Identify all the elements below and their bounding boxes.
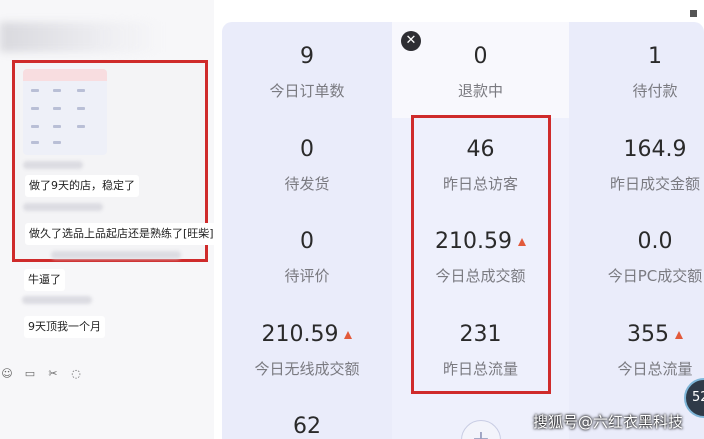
stat-value: 62 — [293, 414, 321, 439]
thumbnail-mark — [77, 125, 85, 128]
close-icon[interactable]: ✕ — [401, 31, 421, 51]
stat-label: 待评价 — [284, 267, 330, 285]
stat-value: 355 — [627, 322, 669, 347]
stat-label: 今日无线成交额 — [254, 360, 360, 378]
stat-pending-review[interactable]: 0 待评价 — [222, 229, 392, 285]
stat-value-row: 210.59 — [222, 322, 392, 348]
stat-today-pc-gmv[interactable]: 0.0 今日PC成交额 — [585, 229, 704, 285]
watermark: 搜狐号@六红衣黑科技 — [533, 413, 684, 431]
trend-up-icon — [675, 331, 683, 339]
stat-label: 待付款 — [632, 82, 678, 100]
chat-message: 做了9天的店，稳定了 — [25, 175, 139, 197]
thumbnail-mark — [31, 89, 39, 92]
chat-toolbar: ☺ ▭ ✂ ◌ — [0, 366, 83, 382]
stat-value: 210.59 — [261, 322, 339, 347]
stat-pending-shipment[interactable]: 0 待发货 — [222, 137, 392, 193]
stat-value: 0 — [473, 44, 488, 69]
corner-mark — [690, 10, 697, 17]
stat-value-row: 355 — [585, 322, 704, 348]
chat-message: 做久了选品上品起店还是熟练了[旺柴] — [25, 223, 218, 245]
stat-label: 退款中 — [457, 82, 503, 100]
chat-bubble-icon[interactable]: ◌ — [69, 368, 83, 380]
stat-extra[interactable]: 62 — [222, 414, 392, 439]
stat-today-orders[interactable]: 9 今日订单数 — [222, 44, 392, 100]
stat-label: 今日PC成交额 — [607, 267, 703, 285]
stat-value: 0 — [300, 137, 314, 162]
thumbnail-mark — [53, 107, 61, 110]
chat-message: 牛逼了 — [24, 269, 65, 291]
trend-up-icon — [344, 331, 353, 339]
stat-label: 今日总流量 — [617, 360, 693, 378]
thumbnail-mark — [31, 107, 39, 110]
chat-screenshot-highlight: 做了9天的店，稳定了 做久了选品上品起店还是熟练了[旺柴] — [12, 60, 218, 262]
blurred-text — [22, 296, 92, 304]
blurred-text — [51, 251, 181, 259]
scissors-icon[interactable]: ✂ — [46, 368, 60, 380]
thumbnail-mark — [53, 141, 61, 144]
highlight-box — [411, 115, 551, 394]
stat-label: 昨日成交金额 — [609, 175, 700, 193]
stat-value: 1 — [648, 44, 662, 69]
blurred-contact-name — [0, 22, 160, 52]
stat-value: 9 — [300, 44, 314, 69]
stat-today-traffic[interactable]: 355 今日总流量 — [585, 322, 704, 378]
stat-refunding[interactable]: 0 退款中 — [392, 44, 569, 100]
thumbnail-mark — [77, 89, 85, 92]
folder-icon[interactable]: ▭ — [23, 368, 37, 380]
screenshot-thumbnail[interactable] — [23, 69, 107, 155]
stat-yesterday-gmv[interactable]: 164.9 昨日成交金额 — [585, 137, 704, 193]
stat-value: 164.9 — [623, 137, 687, 162]
thumbnail-mark — [53, 125, 61, 128]
emoji-icon[interactable]: ☺ — [0, 368, 14, 380]
thumbnail-header — [23, 69, 107, 81]
stat-label: 今日订单数 — [269, 82, 345, 100]
blurred-text — [23, 161, 83, 169]
stat-label: 待发货 — [284, 175, 330, 193]
stat-pending-payment[interactable]: 1 待付款 — [585, 44, 704, 100]
blurred-text — [23, 203, 103, 211]
thumbnail-mark — [77, 107, 85, 110]
thumbnail-mark — [31, 141, 39, 144]
stat-today-wireless-gmv[interactable]: 210.59 今日无线成交额 — [222, 322, 392, 378]
thumbnail-mark — [53, 89, 61, 92]
stat-value: 0 — [300, 229, 314, 254]
stat-value: 0.0 — [637, 229, 673, 254]
chat-panel: 做了9天的店，稳定了 做久了选品上品起店还是熟练了[旺柴] 牛逼了 9天顶我一个… — [0, 0, 218, 439]
thumbnail-mark — [31, 125, 39, 128]
chat-message: 9天顶我一个月 — [24, 316, 105, 338]
